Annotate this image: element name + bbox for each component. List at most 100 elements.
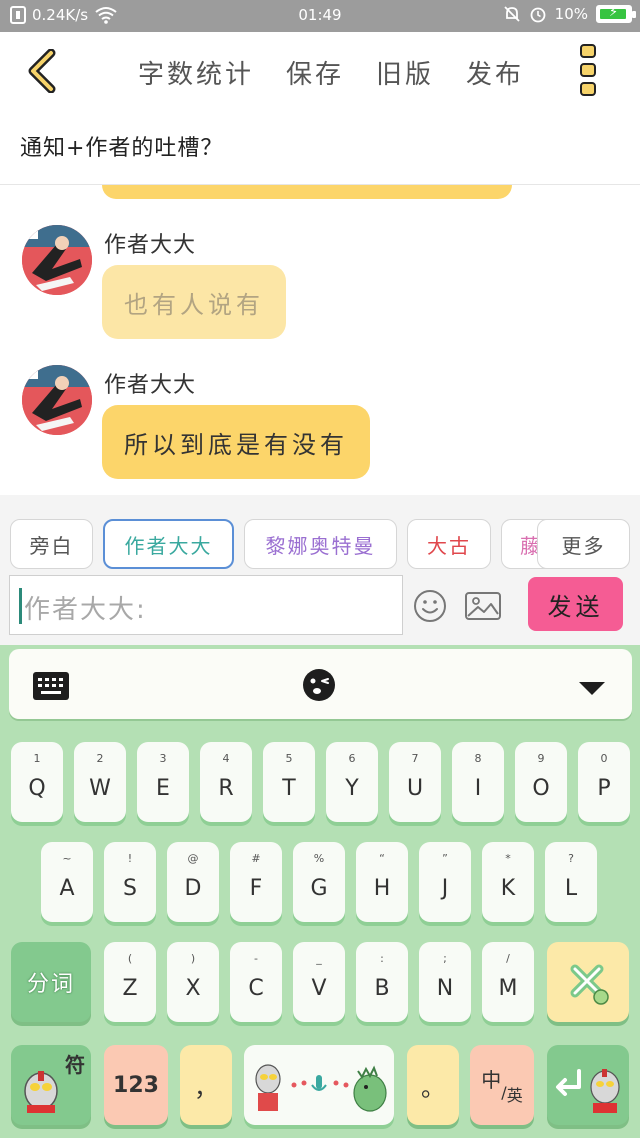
avatar[interactable] — [22, 365, 92, 435]
key-sub-label: # — [251, 852, 261, 865]
key-sub-label: ( — [127, 952, 133, 965]
message-author: 作者大大 — [104, 233, 197, 258]
role-chip[interactable]: 旁白 — [10, 519, 93, 569]
key-label: V — [311, 976, 327, 1001]
key-s[interactable]: ! S — [104, 842, 156, 922]
role-selector: 旁白 作者大大 黎娜奥特曼 大古 藤 更多 — [10, 519, 630, 569]
language-en-label: 英 — [506, 1086, 523, 1105]
key-label: T — [282, 776, 296, 801]
key-d[interactable]: @ D — [167, 842, 219, 922]
hide-keyboard-icon[interactable] — [577, 680, 607, 696]
key-label: J — [441, 876, 449, 901]
role-chip[interactable]: 黎娜奥特曼 — [244, 519, 397, 569]
key-label: D — [184, 876, 202, 901]
key-sub-label: @ — [187, 852, 199, 865]
key-n[interactable]: ; N — [419, 942, 471, 1022]
key-y[interactable]: 6Y — [326, 742, 378, 822]
space-key[interactable] — [244, 1045, 394, 1125]
avatar[interactable] — [22, 225, 92, 295]
key-label: C — [248, 976, 264, 1001]
symbol-key[interactable]: 符 — [11, 1045, 91, 1125]
key-b[interactable]: :B — [356, 942, 408, 1022]
language-switch-key[interactable]: 中 / 英 — [470, 1045, 534, 1125]
role-chip[interactable]: 作者大大 — [103, 519, 234, 569]
dot-icon — [580, 82, 596, 96]
key-j[interactable]: ” J — [419, 842, 471, 922]
nav-actions: 字数统计 保存 旧版 发布 — [138, 54, 524, 91]
publish-button[interactable]: 发布 — [466, 54, 524, 91]
key-p[interactable]: 0P — [578, 742, 630, 822]
key-label: F — [249, 876, 263, 901]
key-h[interactable]: “H — [356, 842, 408, 922]
key-c[interactable]: -C — [230, 942, 282, 1022]
save-button[interactable]: 保存 — [286, 54, 344, 91]
period-key[interactable]: 。 — [407, 1045, 459, 1125]
key-sub-label: % — [313, 852, 325, 865]
key-label: U — [406, 776, 424, 801]
key-sub-label: 2 — [96, 752, 104, 765]
old-version-button[interactable]: 旧版 — [376, 54, 434, 91]
emoji-icon[interactable] — [412, 588, 448, 624]
message-bubble-partial[interactable] — [102, 185, 512, 199]
word-count-button[interactable]: 字数统计 — [138, 54, 254, 91]
key-label: H — [373, 876, 391, 901]
message-bubble[interactable]: 也有人说有 — [102, 265, 286, 339]
more-roles-button[interactable]: 更多 — [537, 519, 630, 569]
dot-icon — [580, 44, 596, 58]
key-f[interactable]: # F — [230, 842, 282, 922]
key-w[interactable]: 2W — [74, 742, 126, 822]
key-q[interactable]: 1Q — [11, 742, 63, 822]
role-chip[interactable]: 大古 — [407, 519, 491, 569]
comma-key[interactable]: ， — [180, 1045, 232, 1125]
key-x[interactable]: ) X — [167, 942, 219, 1022]
key-label: Q — [28, 776, 46, 801]
send-button[interactable]: 发送 — [528, 577, 623, 631]
key-sub-label: 5 — [285, 752, 293, 765]
key-g[interactable]: % G — [293, 842, 345, 922]
key-e[interactable]: 3E — [137, 742, 189, 822]
back-button[interactable] — [20, 48, 64, 94]
keyboard-icon[interactable] — [33, 672, 69, 700]
battery-icon: ⚡ — [596, 5, 636, 23]
more-menu-button[interactable] — [580, 44, 598, 96]
key-sub-label: ? — [568, 852, 574, 865]
key-k[interactable]: * K — [482, 842, 534, 922]
backspace-key[interactable] — [547, 942, 629, 1022]
key-sub-label: 9 — [537, 752, 545, 765]
key-i[interactable]: 8I — [452, 742, 504, 822]
story-title: 通知+作者的吐槽？ — [20, 136, 224, 161]
enter-key[interactable] — [547, 1045, 629, 1125]
avatar-image — [22, 365, 92, 435]
story-title-bar[interactable]: 通知+作者的吐槽？ — [0, 112, 640, 185]
key-label: E — [156, 776, 170, 801]
key-t[interactable]: 5T — [263, 742, 315, 822]
chevron-left-icon — [28, 49, 56, 93]
key-sub-label: 0 — [600, 752, 608, 765]
key-sub-label: * — [505, 852, 511, 865]
key-r[interactable]: 4R — [200, 742, 252, 822]
message-input[interactable]: 作者大大: — [9, 575, 403, 635]
key-u[interactable]: 7U — [389, 742, 441, 822]
keyboard-toolbar — [9, 649, 632, 719]
key-label: K — [500, 876, 516, 901]
number-key[interactable]: 123 — [104, 1045, 168, 1125]
image-icon[interactable] — [464, 590, 502, 622]
key-label: L — [564, 876, 578, 901]
key-m[interactable]: / M — [482, 942, 534, 1022]
segment-key[interactable]: 分词 — [11, 942, 91, 1022]
wink-face-icon[interactable] — [302, 668, 336, 702]
chat-area[interactable]: 作者大大 也有人说有 作者大大 所以到底是有没有 — [0, 185, 640, 495]
key-label: Y — [345, 776, 359, 801]
symbol-key-label: 符 — [65, 1053, 85, 1077]
key-z[interactable]: (Z — [104, 942, 156, 1022]
key-label: G — [310, 876, 328, 901]
key-v[interactable]: _ V — [293, 942, 345, 1022]
key-o[interactable]: 9O — [515, 742, 567, 822]
message-bubble[interactable]: 所以到底是有没有 — [102, 405, 370, 479]
key-l[interactable]: ? L — [545, 842, 597, 922]
key-sub-label: / — [506, 952, 510, 965]
space-sticker-icon — [255, 1064, 387, 1112]
key-a[interactable]: ~ A — [41, 842, 93, 922]
battery-level: 10% — [554, 5, 588, 23]
key-sub-label: : — [380, 952, 384, 965]
